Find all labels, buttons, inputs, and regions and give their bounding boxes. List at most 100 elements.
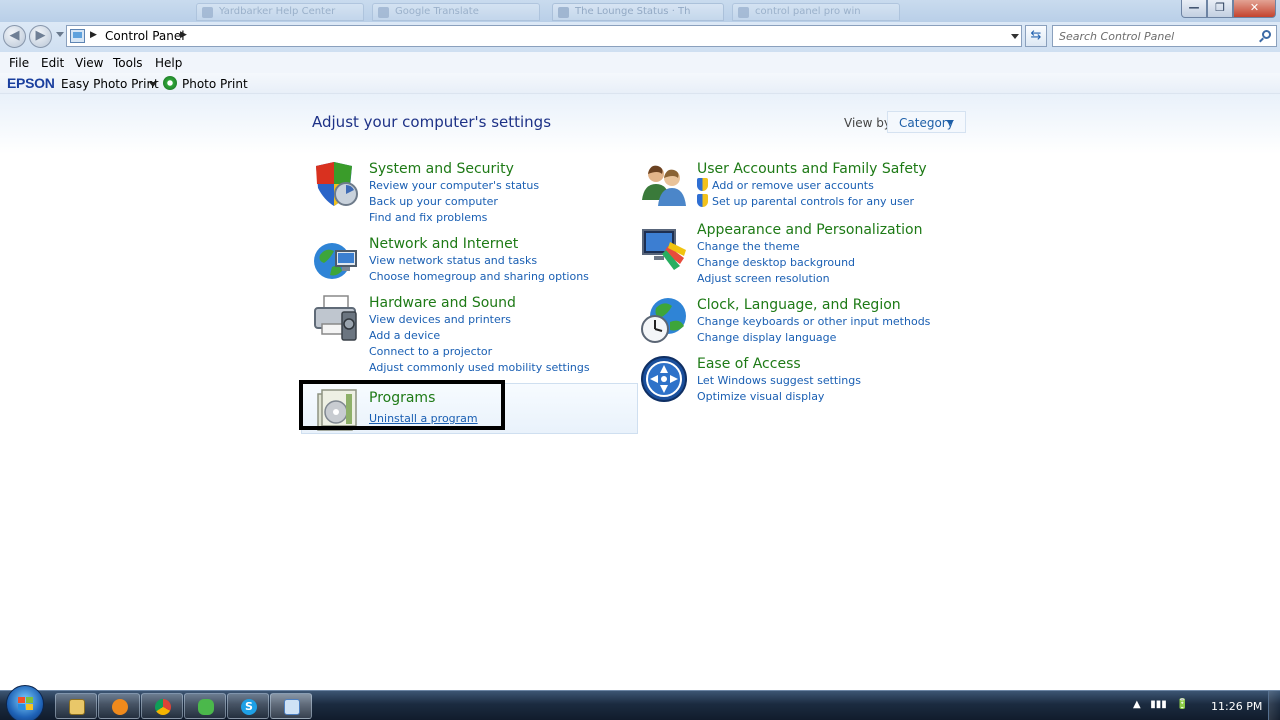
category-network-internet: Network and Internet View network status… bbox=[369, 235, 589, 285]
category-link[interactable]: Add or remove user accounts bbox=[697, 178, 927, 194]
back-button[interactable]: ◀ bbox=[3, 25, 26, 48]
minimize-button[interactable]: — bbox=[1181, 0, 1207, 18]
search-icon[interactable] bbox=[1262, 30, 1271, 39]
ease-of-access-icon bbox=[641, 356, 687, 402]
category-user-accounts: User Accounts and Family Safety Add or r… bbox=[697, 160, 927, 210]
window-tab-icon bbox=[558, 7, 569, 18]
category-link[interactable]: View network status and tasks bbox=[369, 253, 589, 269]
category-appearance: Appearance and Personalization Change th… bbox=[697, 221, 922, 287]
category-link[interactable]: View devices and printers bbox=[369, 312, 590, 328]
window-tab-icon bbox=[202, 7, 213, 18]
background-window-tab[interactable]: Google Translate bbox=[372, 3, 540, 21]
easy-photo-print-button[interactable]: Easy Photo Print bbox=[61, 77, 159, 91]
address-history-dropdown-icon[interactable] bbox=[1011, 34, 1019, 39]
address-bar[interactable]: ▶ Control Panel ▶ bbox=[66, 25, 1022, 47]
background-window-tab-label: control panel pro win bbox=[755, 6, 861, 17]
category-link-label: Set up parental controls for any user bbox=[712, 195, 915, 208]
printer-icon bbox=[314, 295, 357, 341]
notification-tray[interactable]: ▲ ▮▮▮ 🔋 bbox=[1133, 699, 1189, 710]
menu-file[interactable]: File bbox=[9, 56, 29, 70]
category-link[interactable]: Find and fix problems bbox=[369, 210, 539, 226]
background-window-tab[interactable]: Yardbarker Help Center bbox=[196, 3, 364, 21]
forward-button[interactable]: ▶ bbox=[29, 25, 52, 48]
background-window-tab[interactable]: The Lounge Status · Th bbox=[552, 3, 724, 21]
control-panel-content: Adjust your computer's settings View by:… bbox=[0, 94, 1280, 690]
category-link[interactable]: Adjust screen resolution bbox=[697, 271, 922, 287]
annotation-highlight-box bbox=[299, 380, 505, 430]
windows-logo-icon bbox=[18, 697, 33, 711]
category-ease-of-access: Ease of Access Let Windows suggest setti… bbox=[697, 355, 861, 405]
menu-view[interactable]: View bbox=[75, 56, 103, 70]
refresh-icon: ⇆ bbox=[1030, 28, 1042, 43]
window-tab-icon bbox=[738, 7, 749, 18]
category-title[interactable]: Clock, Language, and Region bbox=[697, 296, 930, 314]
close-button[interactable]: ✕ bbox=[1233, 0, 1276, 18]
network-globe-icon bbox=[314, 243, 357, 279]
forward-arrow-icon: ▶ bbox=[35, 28, 46, 43]
chevron-down-icon[interactable] bbox=[149, 82, 157, 87]
taskbar-media-player-button[interactable] bbox=[98, 693, 140, 719]
page-title: Adjust your computer's settings bbox=[312, 113, 552, 131]
category-system-security: System and Security Review your computer… bbox=[369, 160, 539, 226]
background-window-tab-label: Google Translate bbox=[395, 6, 479, 17]
category-title[interactable]: User Accounts and Family Safety bbox=[697, 160, 927, 178]
search-input[interactable] bbox=[1059, 27, 1254, 46]
breadcrumb-arrow-icon[interactable]: ▶ bbox=[90, 30, 97, 40]
category-title[interactable]: System and Security bbox=[369, 160, 539, 178]
category-link[interactable]: Change the theme bbox=[697, 239, 922, 255]
category-link-label: Add or remove user accounts bbox=[712, 179, 874, 192]
category-link[interactable]: Adjust commonly used mobility settings bbox=[369, 360, 590, 376]
taskbar-chrome-button[interactable] bbox=[141, 693, 183, 719]
taskbar-skype-button[interactable]: S bbox=[227, 693, 269, 719]
category-link[interactable]: Back up your computer bbox=[369, 194, 539, 210]
breadcrumb-control-panel[interactable]: Control Panel bbox=[105, 29, 185, 43]
close-icon: ✕ bbox=[1249, 1, 1260, 14]
navigation-bar: ◀ ▶ ▶ Control Panel ▶ ⇆ bbox=[0, 22, 1280, 52]
category-title[interactable]: Network and Internet bbox=[369, 235, 589, 253]
breadcrumb-arrow-icon[interactable]: ▶ bbox=[180, 30, 187, 40]
category-title[interactable]: Hardware and Sound bbox=[369, 294, 590, 312]
view-by-dropdown[interactable]: Category bbox=[887, 111, 966, 133]
taskbar-explorer-button[interactable] bbox=[55, 693, 97, 719]
back-arrow-icon: ◀ bbox=[9, 28, 20, 43]
user-accounts-icon bbox=[642, 165, 686, 206]
recent-pages-dropdown[interactable] bbox=[56, 32, 64, 37]
menu-bar: File Edit View Tools Help bbox=[0, 52, 1280, 73]
epson-toolbar: EPSON Easy Photo Print Photo Print bbox=[0, 73, 1280, 94]
game-controller-icon bbox=[198, 699, 214, 715]
taskbar-games-button[interactable] bbox=[184, 693, 226, 719]
minimize-icon: — bbox=[1188, 1, 1200, 14]
background-window-tab[interactable]: control panel pro win bbox=[732, 3, 900, 21]
category-link[interactable]: Choose homegroup and sharing options bbox=[369, 269, 589, 285]
epson-logo: EPSON bbox=[7, 75, 55, 91]
category-title[interactable]: Appearance and Personalization bbox=[697, 221, 922, 239]
search-box[interactable] bbox=[1052, 25, 1277, 47]
taskbar: S ▲ ▮▮▮ 🔋 11:26 PM bbox=[0, 685, 1280, 720]
category-link[interactable]: Optimize visual display bbox=[697, 389, 861, 405]
menu-help[interactable]: Help bbox=[155, 56, 182, 70]
category-link[interactable]: Change keyboards or other input methods bbox=[697, 314, 930, 330]
menu-edit[interactable]: Edit bbox=[41, 56, 64, 70]
category-link[interactable]: Let Windows suggest settings bbox=[697, 373, 861, 389]
category-link[interactable]: Change display language bbox=[697, 330, 930, 346]
menu-tools[interactable]: Tools bbox=[113, 56, 143, 70]
show-desktop-button[interactable] bbox=[1268, 691, 1280, 720]
category-title[interactable]: Ease of Access bbox=[697, 355, 861, 373]
maximize-button[interactable]: ❐ bbox=[1207, 0, 1233, 18]
start-button[interactable] bbox=[6, 685, 44, 720]
folder-icon bbox=[69, 699, 85, 715]
shield-icon bbox=[316, 162, 358, 206]
system-clock[interactable]: 11:26 PM bbox=[1211, 700, 1262, 713]
category-link[interactable]: Set up parental controls for any user bbox=[697, 194, 927, 210]
category-link[interactable]: Change desktop background bbox=[697, 255, 922, 271]
category-link[interactable]: Connect to a projector bbox=[369, 344, 590, 360]
photo-print-button[interactable]: Photo Print bbox=[182, 77, 248, 91]
background-window-tab-label: Yardbarker Help Center bbox=[219, 6, 336, 17]
uac-shield-icon bbox=[697, 178, 708, 191]
category-link[interactable]: Add a device bbox=[369, 328, 590, 344]
uac-shield-icon bbox=[697, 194, 708, 207]
refresh-button[interactable]: ⇆ bbox=[1025, 25, 1047, 47]
category-link[interactable]: Review your computer's status bbox=[369, 178, 539, 194]
chevron-down-icon bbox=[946, 120, 954, 125]
taskbar-control-panel-button[interactable] bbox=[270, 693, 312, 719]
